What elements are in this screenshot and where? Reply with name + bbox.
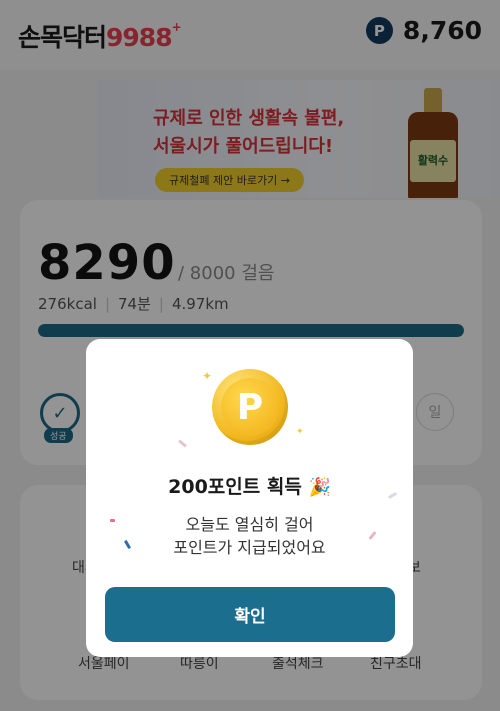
point-reward-modal: ✦ ✦ P 200포인트 획득 🎉 오늘도 열심히 걸어 포인트가 지급되었어요…	[86, 339, 413, 657]
party-popper-icon: 🎉	[308, 477, 331, 498]
point-coin-icon: P	[212, 369, 288, 445]
modal-message-line1: 오늘도 열심히 걸어	[185, 515, 314, 534]
modal-message: 오늘도 열심히 걸어 포인트가 지급되었어요	[86, 513, 413, 559]
coin-letter: P	[221, 378, 279, 436]
confirm-button[interactable]: 확인	[105, 587, 395, 642]
confetti-piece	[110, 519, 115, 522]
modal-title-text: 200포인트 획득	[168, 476, 302, 498]
sparkle-icon: ✦	[296, 427, 304, 437]
modal-title: 200포인트 획득 🎉	[86, 472, 413, 499]
sparkle-icon: ✦	[202, 369, 213, 383]
confetti-piece	[178, 439, 187, 448]
modal-message-line2: 포인트가 지급되었어요	[173, 538, 326, 557]
